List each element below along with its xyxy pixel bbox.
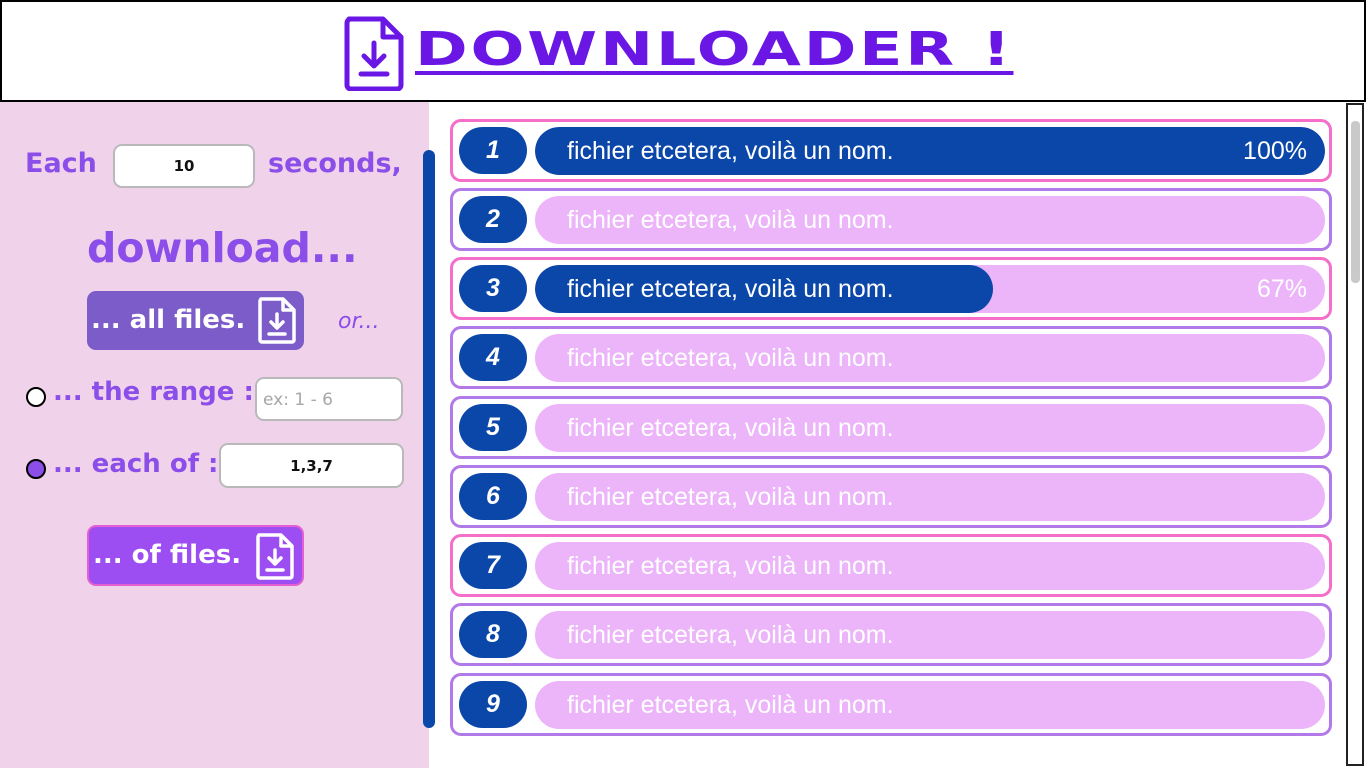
- file-number: 7: [459, 542, 527, 589]
- progress-track: fichier etcetera, voilà un nom.: [535, 196, 1325, 244]
- file-number: 1: [459, 127, 527, 174]
- file-number: 2: [459, 196, 527, 243]
- file-name: fichier etcetera, voilà un nom.: [567, 621, 894, 649]
- each-of-input[interactable]: 1,3,7: [219, 443, 404, 488]
- file-name: fichier etcetera, voilà un nom.: [567, 137, 894, 165]
- progress-track: fichier etcetera, voilà un nom.: [535, 542, 1325, 590]
- file-row[interactable]: 2 fichier etcetera, voilà un nom.: [450, 188, 1332, 251]
- scrollbar-thumb[interactable]: [1351, 121, 1360, 283]
- each-label: Each: [25, 148, 97, 179]
- file-name: fichier etcetera, voilà un nom.: [567, 206, 894, 234]
- file-row[interactable]: 3 fichier etcetera, voilà un nom. 67%: [450, 257, 1332, 320]
- file-number: 3: [459, 265, 527, 312]
- progress-track: fichier etcetera, voilà un nom.: [535, 611, 1325, 659]
- file-number: 4: [459, 334, 527, 381]
- app-title: DOWNLOADER !: [415, 22, 1014, 76]
- progress-track: fichier etcetera, voilà un nom.: [535, 334, 1325, 382]
- file-name: fichier etcetera, voilà un nom.: [567, 275, 894, 303]
- progress-percent: 100%: [1243, 137, 1307, 165]
- file-name: fichier etcetera, voilà un nom.: [567, 483, 894, 511]
- file-number: 6: [459, 473, 527, 520]
- file-name: fichier etcetera, voilà un nom.: [567, 552, 894, 580]
- file-number: 5: [459, 404, 527, 451]
- file-row[interactable]: 8 fichier etcetera, voilà un nom.: [450, 603, 1332, 666]
- file-row[interactable]: 1 fichier etcetera, voilà un nom. 100%: [450, 119, 1332, 182]
- progress-track: fichier etcetera, voilà un nom. 67%: [535, 265, 1325, 313]
- progress-track: fichier etcetera, voilà un nom. 100%: [535, 127, 1325, 175]
- each-of-label: ... each of :: [53, 449, 219, 479]
- range-label: ... the range :: [53, 377, 254, 407]
- control-panel: [0, 102, 429, 768]
- download-of-files-button[interactable]: ... of files.: [87, 525, 304, 586]
- file-row[interactable]: 4 fichier etcetera, voilà un nom.: [450, 326, 1332, 389]
- file-number: 9: [459, 681, 527, 728]
- file-download-icon: [344, 16, 404, 91]
- file-download-icon: [258, 297, 296, 344]
- download-all-files-button[interactable]: ... all files.: [87, 291, 304, 350]
- download-of-files-label: ... of files.: [93, 540, 242, 570]
- interval-input[interactable]: 10: [113, 144, 255, 188]
- file-row[interactable]: 6 fichier etcetera, voilà un nom.: [450, 465, 1332, 528]
- file-download-icon: [256, 533, 294, 580]
- progress-track: fichier etcetera, voilà un nom.: [535, 473, 1325, 521]
- file-row[interactable]: 7 fichier etcetera, voilà un nom.: [450, 534, 1332, 597]
- scrollbar[interactable]: [1346, 103, 1364, 766]
- file-name: fichier etcetera, voilà un nom.: [567, 691, 894, 719]
- app-header: DOWNLOADER !: [0, 0, 1366, 102]
- each-of-radio[interactable]: [26, 459, 46, 479]
- range-input[interactable]: ex: 1 - 6: [255, 377, 403, 421]
- or-label: or...: [338, 309, 380, 334]
- file-row[interactable]: 9 fichier etcetera, voilà un nom.: [450, 673, 1332, 736]
- file-number: 8: [459, 611, 527, 658]
- progress-track: fichier etcetera, voilà un nom.: [535, 681, 1325, 729]
- file-name: fichier etcetera, voilà un nom.: [567, 414, 894, 442]
- file-row[interactable]: 5 fichier etcetera, voilà un nom.: [450, 396, 1332, 459]
- progress-percent: 67%: [1256, 275, 1307, 303]
- panel-divider: [423, 150, 435, 728]
- seconds-label: seconds,: [268, 148, 402, 179]
- file-name: fichier etcetera, voilà un nom.: [567, 344, 894, 372]
- download-label: download...: [87, 224, 358, 272]
- range-radio[interactable]: [26, 387, 46, 407]
- progress-track: fichier etcetera, voilà un nom.: [535, 404, 1325, 452]
- download-all-files-label: ... all files.: [91, 305, 246, 335]
